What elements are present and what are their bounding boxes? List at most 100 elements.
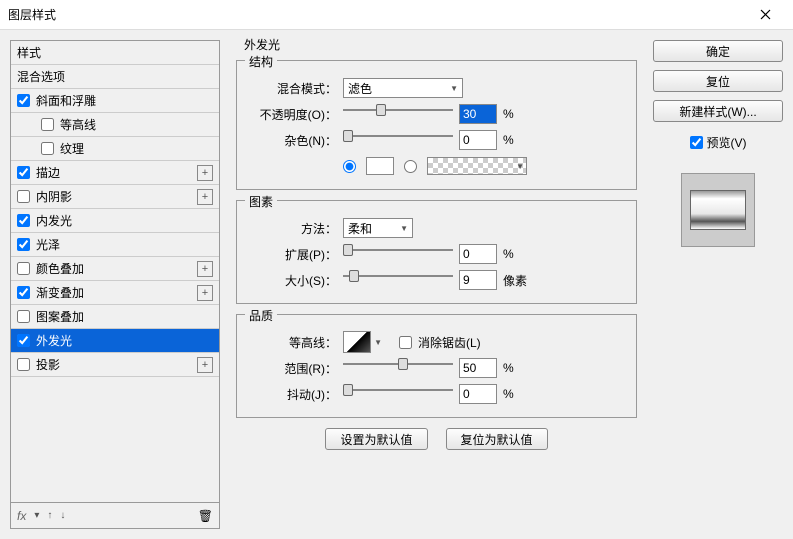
right-panel: 确定 复位 新建样式(W)... 预览(V) [653, 40, 783, 529]
settings-panel: 外发光 结构 混合模式： 滤色 ▼ 不透明度(O)： 30 % [230, 40, 643, 529]
fx-icon[interactable]: fx [17, 509, 26, 523]
noise-slider[interactable] [343, 131, 453, 149]
window-title: 图层样式 [8, 6, 745, 23]
sidebar-item-3[interactable]: 描边+ [11, 161, 219, 185]
gradient-radio[interactable] [404, 160, 417, 173]
noise-input[interactable]: 0 [459, 130, 497, 150]
sidebar-item-label: 图案叠加 [36, 308, 213, 325]
sidebar-item-9[interactable]: 图案叠加 [11, 305, 219, 329]
opacity-label: 不透明度(O)： [247, 106, 337, 123]
panel-title: 外发光 [240, 36, 284, 53]
sidebar-item-checkbox[interactable] [17, 94, 30, 107]
color-radio[interactable] [343, 160, 356, 173]
add-effect-button[interactable]: + [197, 261, 213, 277]
close-icon [760, 9, 771, 20]
opacity-slider[interactable] [343, 105, 453, 123]
size-input[interactable]: 9 [459, 270, 497, 290]
noise-label: 杂色(N)： [247, 132, 337, 149]
size-slider[interactable] [343, 271, 453, 289]
jitter-label: 抖动(J)： [247, 386, 337, 403]
sidebar-item-11[interactable]: 投影+ [11, 353, 219, 377]
sidebar-item-checkbox[interactable] [17, 286, 30, 299]
move-up-icon[interactable]: ↑ [47, 510, 52, 521]
sidebar-item-label: 等高线 [60, 116, 213, 133]
add-effect-button[interactable]: + [197, 165, 213, 181]
sidebar-item-label: 内阴影 [36, 188, 197, 205]
add-effect-button[interactable]: + [197, 285, 213, 301]
new-style-button[interactable]: 新建样式(W)... [653, 100, 783, 122]
spread-label: 扩展(P)： [247, 246, 337, 263]
range-input[interactable]: 50 [459, 358, 497, 378]
jitter-input[interactable]: 0 [459, 384, 497, 404]
add-effect-button[interactable]: + [197, 189, 213, 205]
sidebar-item-0[interactable]: 斜面和浮雕 [11, 89, 219, 113]
elements-group: 图素 方法： 柔和 ▼ 扩展(P)： 0 % 大小(S)： [236, 200, 637, 304]
preview-checkbox[interactable] [690, 136, 703, 149]
sidebar-item-checkbox[interactable] [41, 118, 54, 131]
sidebar-item-label: 外发光 [36, 332, 213, 349]
size-label: 大小(S)： [247, 272, 337, 289]
range-slider[interactable] [343, 359, 453, 377]
antialias-label: 消除锯齿(L) [418, 334, 481, 351]
sidebar-item-5[interactable]: 内发光 [11, 209, 219, 233]
gradient-picker[interactable]: ▼ [427, 157, 527, 175]
make-default-button[interactable]: 设置为默认值 [325, 428, 427, 450]
sidebar-item-checkbox[interactable] [17, 358, 30, 371]
sidebar-item-8[interactable]: 渐变叠加+ [11, 281, 219, 305]
sidebar-item-4[interactable]: 内阴影+ [11, 185, 219, 209]
chevron-down-icon: ▼ [516, 162, 524, 171]
technique-select[interactable]: 柔和 ▼ [343, 218, 413, 238]
trash-icon[interactable]: 🗑 [198, 509, 213, 523]
preview-label: 预览(V) [707, 134, 747, 151]
opacity-input[interactable]: 30 [459, 104, 497, 124]
sidebar-item-label: 颜色叠加 [36, 260, 197, 277]
color-swatch[interactable] [366, 157, 394, 175]
sidebar-item-checkbox[interactable] [17, 310, 30, 323]
ok-button[interactable]: 确定 [653, 40, 783, 62]
blend-mode-select[interactable]: 滤色 ▼ [343, 78, 463, 98]
sidebar-item-label: 投影 [36, 356, 197, 373]
chevron-down-icon: ▼ [450, 84, 458, 93]
styles-sidebar: 样式 混合选项 斜面和浮雕等高线纹理描边+内阴影+内发光光泽颜色叠加+渐变叠加+… [10, 40, 220, 529]
sidebar-item-checkbox[interactable] [17, 166, 30, 179]
reset-button[interactable]: 复位 [653, 70, 783, 92]
sidebar-item-1[interactable]: 等高线 [11, 113, 219, 137]
sidebar-item-2[interactable]: 纹理 [11, 137, 219, 161]
quality-group: 品质 等高线： ▼ 消除锯齿(L) 范围(R)： 50 % 抖动(J)： [236, 314, 637, 418]
close-button[interactable] [745, 1, 785, 29]
preview-thumbnail [681, 173, 755, 247]
sidebar-item-6[interactable]: 光泽 [11, 233, 219, 257]
fx-menu-icon[interactable]: ▾ [34, 510, 39, 521]
sidebar-item-label: 斜面和浮雕 [36, 92, 213, 109]
sidebar-item-checkbox[interactable] [17, 190, 30, 203]
sidebar-item-10[interactable]: 外发光 [11, 329, 219, 353]
contour-picker[interactable]: ▼ [343, 331, 371, 353]
sidebar-header[interactable]: 样式 [11, 41, 219, 65]
sidebar-item-7[interactable]: 颜色叠加+ [11, 257, 219, 281]
jitter-slider[interactable] [343, 385, 453, 403]
sidebar-item-checkbox[interactable] [17, 238, 30, 251]
reset-default-button[interactable]: 复位为默认值 [446, 428, 548, 450]
antialias-checkbox[interactable] [399, 336, 412, 349]
technique-label: 方法： [247, 220, 337, 237]
move-down-icon[interactable]: ↓ [60, 510, 65, 521]
sidebar-item-label: 纹理 [60, 140, 213, 157]
add-effect-button[interactable]: + [197, 357, 213, 373]
sidebar-item-checkbox[interactable] [17, 214, 30, 227]
chevron-down-icon: ▼ [374, 338, 382, 347]
spread-slider[interactable] [343, 245, 453, 263]
sidebar-item-label: 内发光 [36, 212, 213, 229]
styles-list: 样式 混合选项 斜面和浮雕等高线纹理描边+内阴影+内发光光泽颜色叠加+渐变叠加+… [11, 41, 219, 502]
sidebar-item-label: 光泽 [36, 236, 213, 253]
sidebar-item-checkbox[interactable] [17, 262, 30, 275]
spread-input[interactable]: 0 [459, 244, 497, 264]
title-bar: 图层样式 [0, 0, 793, 30]
blend-mode-label: 混合模式： [247, 80, 337, 97]
sidebar-blend-options[interactable]: 混合选项 [11, 65, 219, 89]
range-label: 范围(R)： [247, 360, 337, 377]
sidebar-item-checkbox[interactable] [17, 334, 30, 347]
sidebar-item-label: 渐变叠加 [36, 284, 197, 301]
structure-group: 结构 混合模式： 滤色 ▼ 不透明度(O)： 30 % 杂色(N)： [236, 60, 637, 190]
sidebar-item-label: 描边 [36, 164, 197, 181]
sidebar-item-checkbox[interactable] [41, 142, 54, 155]
